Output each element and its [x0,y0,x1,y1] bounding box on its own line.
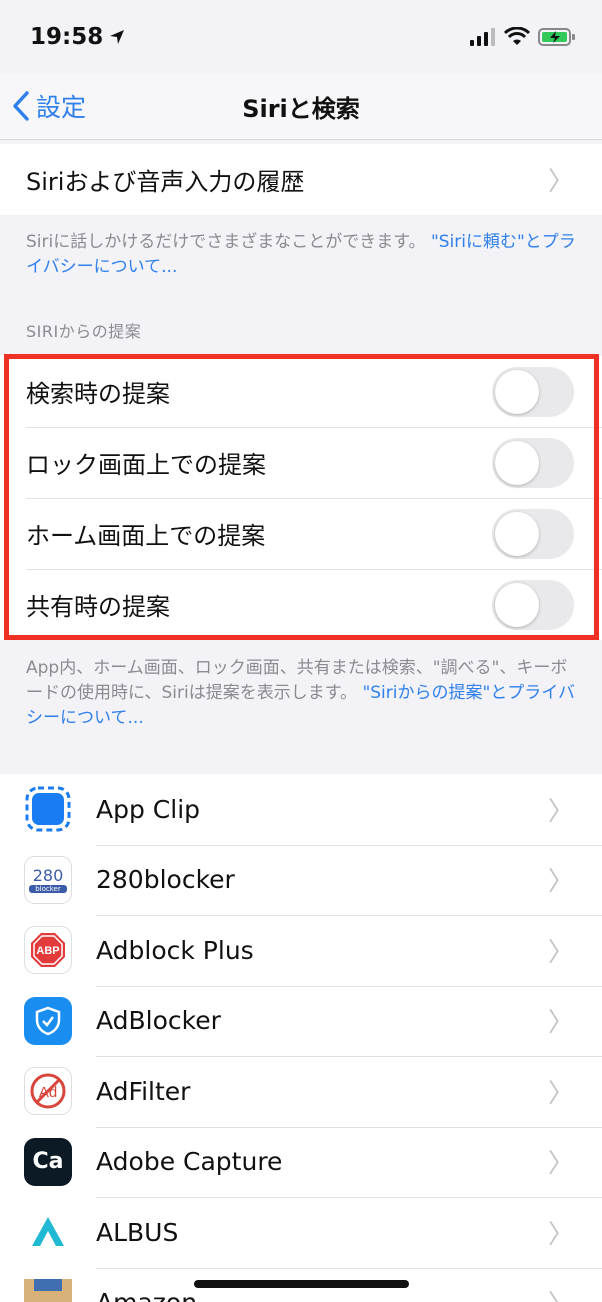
amazon-icon [24,1278,72,1302]
chevron-right-icon: 〉 [548,1284,574,1302]
app-row-content: App Clip 〉 [96,774,574,845]
chevron-left-icon [13,91,29,121]
suggestions-footnote: App内、ホーム画面、ロック画面、共有または検索、"調べる"、キーボードの使用時… [26,656,578,731]
chevron-right-icon: 〉 [547,1078,574,1109]
navigation-bar: 設定 Siriと検索 [0,74,602,140]
app-name: App Clip [96,794,201,824]
app-row-content: ALBUS 〉 [96,1197,602,1268]
toggle-knob [495,369,539,414]
back-button[interactable]: 設定 [12,88,86,124]
history-group: Siriおよび音声入力の履歴 〉 [0,144,602,215]
sharing-suggestions-label: 共有時の提案 [26,593,170,621]
app-name: Adblock Plus [96,935,254,965]
suggestions-group: 検索時の提案 ロック画面上での提案 ホーム画面上での提案 共有時の提案 [0,356,602,640]
app-clip-icon [24,785,72,833]
toggle-knob [495,582,539,627]
siri-footnote: Siriに話しかけるだけでさまざまなことができます。 "Siriに頼む"とプライ… [26,230,578,280]
app-name: AdBlocker [96,1006,221,1036]
status-icons [470,27,576,47]
app-row-albus[interactable]: ALBUS 〉 [0,1197,602,1268]
app-row-adblocker[interactable]: AdBlocker 〉 [0,985,602,1057]
chevron-right-icon: 〉 [547,1149,574,1180]
chevron-right-icon: 〉 [547,167,574,197]
albus-icon [24,1208,72,1257]
toggle-knob [495,440,539,485]
home-screen-suggestions-toggle[interactable] [492,508,574,559]
search-suggestions-row: 検索時の提案 [0,356,602,427]
status-time: 19:58 [30,24,125,50]
location-arrow-icon [110,30,125,44]
chevron-right-icon: 〉 [547,937,574,968]
sharing-suggestions-row: 共有時の提案 [0,569,602,640]
siri-footnote-text: Siriに話しかけるだけでさまざまなことができます。 [26,232,426,252]
chevron-right-icon: 〉 [547,1008,574,1039]
toggle-knob [495,511,539,556]
chevron-right-icon: 〉 [547,1219,574,1250]
siri-history-label: Siriおよび音声入力の履歴 [26,168,305,196]
app-name: Adobe Capture [96,1147,283,1177]
wifi-icon [504,27,530,45]
home-screen-suggestions-label: ホーム画面上での提案 [26,522,266,550]
lock-screen-suggestions-label: ロック画面上での提案 [26,451,266,479]
adblock-plus-icon: ABP [24,926,72,975]
app-list: App Clip 〉 280 blocker 280blocker 〉 ABP … [0,774,602,1302]
app-name: Amazon [96,1288,197,1302]
adblocker-icon [24,996,72,1045]
app-row-280blocker[interactable]: 280 blocker 280blocker 〉 [0,844,602,916]
adfilter-icon: Ad [24,1067,72,1116]
app-row-content: AdFilter 〉 [96,1056,602,1127]
suggestions-section-header: SIRIからの提案 [26,322,142,341]
home-screen-suggestions-row: ホーム画面上での提案 [0,498,602,569]
app-name: ALBUS [96,1217,179,1247]
page-title: Siriと検索 [242,95,360,123]
search-suggestions-toggle[interactable] [492,366,574,417]
sharing-suggestions-toggle[interactable] [492,579,574,630]
280blocker-icon-text: 280 [32,866,64,886]
app-row-adobe-capture[interactable]: Ca Adobe Capture 〉 [0,1126,602,1198]
lock-screen-suggestions-row: ロック画面上での提案 [0,427,602,498]
lock-screen-suggestions-toggle[interactable] [492,437,574,488]
app-row-adfilter[interactable]: Ad AdFilter 〉 [0,1056,602,1127]
app-name: 280blocker [96,865,235,895]
app-row-content: AdBlocker 〉 [96,985,602,1057]
adfilter-icon-text: Ad [39,1084,57,1101]
time-text: 19:58 [30,24,104,50]
app-name: AdFilter [96,1076,191,1106]
battery-charging-icon [538,28,575,46]
search-suggestions-label: 検索時の提案 [26,380,170,408]
280blocker-icon: 280 blocker [24,855,72,904]
back-label: 設定 [36,93,87,122]
adobe-capture-icon: Ca [24,1137,72,1186]
adblock-plus-icon-text: ABP [36,945,59,957]
cellular-signal-icon [470,28,495,46]
app-row-content: Adblock Plus 〉 [96,915,602,986]
home-indicator [194,1280,409,1288]
app-row-app-clip[interactable]: App Clip 〉 [0,774,602,845]
app-row-content: Adobe Capture 〉 [96,1126,602,1198]
chevron-right-icon: 〉 [547,867,574,898]
siri-history-cell[interactable]: Siriおよび音声入力の履歴 〉 [0,144,602,215]
adobe-capture-icon-text: Ca [32,1149,64,1175]
chevron-right-icon: 〉 [547,796,574,827]
status-bar: 19:58 [0,0,602,74]
app-row-adblock-plus[interactable]: ABP Adblock Plus 〉 [0,915,602,986]
280blocker-icon-subtext: blocker [29,885,67,894]
app-row-content: 280blocker 〉 [96,844,602,916]
